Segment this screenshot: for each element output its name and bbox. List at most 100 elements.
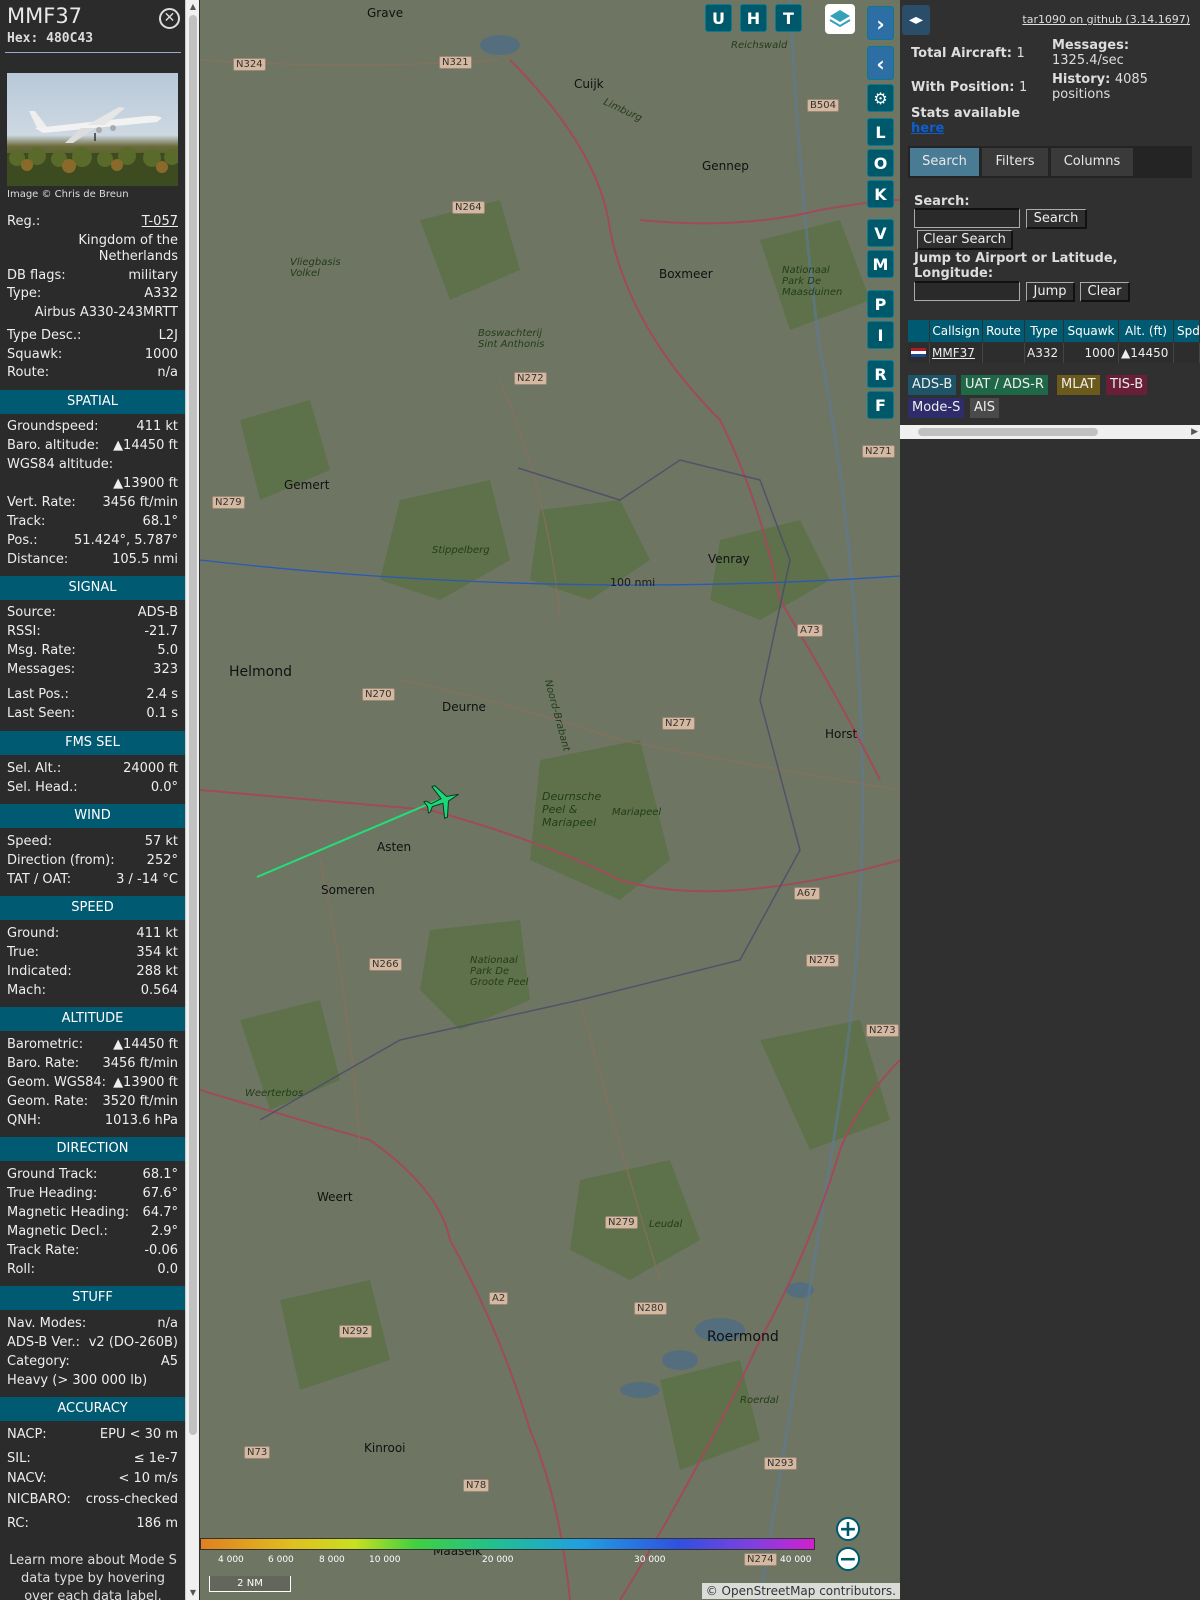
country-value: Kingdom of the Netherlands — [78, 233, 178, 264]
table-header-squawk[interactable]: Squawk — [1064, 320, 1119, 342]
nav-modes-row: Nav. Modes: n/a — [7, 1315, 178, 1333]
source-row: Source: ADS-B — [7, 604, 178, 622]
map-button-o[interactable]: O — [867, 149, 894, 177]
close-icon[interactable]: ✕ — [159, 8, 180, 29]
table-header-speed[interactable]: Spd — [1174, 320, 1200, 342]
clear-jump-button[interactable]: Clear — [1080, 282, 1130, 302]
place-label: Boxmeer — [659, 267, 713, 281]
aircraft-marker-icon[interactable] — [422, 781, 462, 821]
source-chip-uat[interactable]: UAT / ADS-R — [961, 375, 1048, 395]
baro-alt-label: Baro. altitude: — [7, 438, 100, 453]
row-callsign[interactable]: MMF37 — [930, 343, 983, 363]
map-attribution[interactable]: © OpenStreetMap contributors. — [701, 1583, 900, 1599]
zoom-out-icon[interactable]: − — [836, 1547, 860, 1571]
place-label: Weert — [317, 1190, 353, 1204]
map-button-h[interactable]: H — [740, 4, 767, 32]
map-button-v[interactable]: V — [867, 219, 894, 247]
clear-search-button[interactable]: Clear Search — [917, 230, 1013, 250]
map-button-i[interactable]: I — [867, 321, 894, 349]
search-input[interactable] — [914, 208, 1020, 228]
table-header-route[interactable]: Route — [983, 320, 1025, 342]
geom-wgs84-row: Geom. WGS84: ▲13900 ft — [7, 1074, 178, 1092]
search-button[interactable]: Search — [1026, 209, 1087, 229]
last-seen-label: Last Seen: — [7, 706, 76, 721]
wind-direction-row: Direction (from): 252° — [7, 852, 178, 870]
jump-input[interactable] — [914, 281, 1020, 301]
rssi-row: RSSI: -21.7 — [7, 623, 178, 641]
source-chip-tisb[interactable]: TIS-B — [1106, 375, 1148, 395]
table-header-altitude[interactable]: Alt. (ft) — [1119, 320, 1174, 342]
tat-oat-value: 3 / -14 °C — [116, 872, 178, 887]
adsb-ver-row: ADS-B Ver.: v2 (DO-260B) — [7, 1334, 178, 1352]
map-button-k[interactable]: K — [867, 180, 894, 208]
nacv-label: NACV: — [7, 1471, 47, 1486]
map-button-r[interactable]: R — [867, 360, 894, 388]
zoom-in-icon[interactable]: + — [836, 1517, 860, 1541]
map-button-l[interactable]: L — [867, 118, 894, 146]
scrollbar-thumb[interactable] — [918, 428, 1098, 436]
scrollbar-thumb[interactable] — [189, 15, 197, 1435]
sidebar-toggle-icon[interactable]: ◂▸ — [902, 5, 930, 35]
tat-oat-row: TAT / OAT: 3 / -14 °C — [7, 871, 178, 889]
aircraft-photo[interactable] — [7, 73, 178, 186]
map-button-t[interactable]: T — [775, 4, 802, 32]
type-full-value: Airbus A330-243MRTT — [34, 305, 178, 320]
last-pos-row: Last Pos.: 2.4 s — [7, 686, 178, 704]
settings-gear-icon[interactable]: ⚙ — [867, 84, 894, 112]
table-header-callsign[interactable]: Callsign — [930, 320, 983, 342]
jump-label: Jump to Airport or Latitude, Longitude: — [914, 251, 1118, 281]
road-label: N279 — [605, 1216, 638, 1229]
map-button-m[interactable]: M — [867, 250, 894, 278]
wgs84-row: WGS84 altitude: — [7, 456, 178, 474]
tab-search[interactable]: Search — [910, 148, 979, 176]
altitude-scale-label: 20 000 — [482, 1555, 514, 1565]
place-label: Cuijk — [574, 77, 604, 91]
wind-direction-value: 252° — [146, 853, 178, 868]
baro-rate-label: Baro. Rate: — [7, 1056, 80, 1071]
map-button-f[interactable]: F — [867, 391, 894, 419]
stats-link[interactable]: here — [911, 121, 944, 136]
geom-rate-label: Geom. Rate: — [7, 1094, 89, 1109]
source-chip-modes[interactable]: Mode-S — [908, 398, 965, 418]
map-view[interactable]: 100 nmi Grave Cuijk Gennep Boxmeer Venra… — [200, 0, 900, 1600]
map-button-u[interactable]: U — [705, 4, 732, 32]
scroll-right-icon[interactable]: ▶ — [1191, 425, 1198, 439]
db-flags-row: DB flags: military — [7, 267, 178, 285]
altitude-scale-label: 30 000 — [634, 1555, 666, 1565]
mag-heading-label: Magnetic Heading: — [7, 1205, 130, 1220]
adsb-ver-value: v2 (DO-260B) — [88, 1335, 178, 1350]
road-label: B504 — [807, 99, 839, 112]
mag-decl-label: Magnetic Decl.: — [7, 1224, 108, 1239]
reg-link[interactable]: T-057 — [142, 213, 178, 231]
table-horizontal-scrollbar[interactable]: ▶ — [900, 425, 1200, 439]
history-value: 4085 — [1114, 72, 1148, 87]
vert-rate-row: Vert. Rate: 3456 ft/min — [7, 494, 178, 512]
msg-rate-label: Msg. Rate: — [7, 643, 76, 658]
tab-columns[interactable]: Columns — [1051, 148, 1133, 176]
table-header-type[interactable]: Type — [1025, 320, 1064, 342]
geom-wgs84-value: ▲13900 ft — [113, 1075, 178, 1090]
source-chip-mlat[interactable]: MLAT — [1057, 375, 1100, 395]
scroll-up-icon[interactable]: ▲ — [186, 0, 200, 14]
stats-available-label: Stats available — [911, 106, 1021, 121]
total-aircraft-stat: Total Aircraft: 1 — [911, 46, 1025, 61]
nav-modes-label: Nav. Modes: — [7, 1316, 87, 1331]
history-unit: positions — [1052, 87, 1111, 102]
scroll-down-icon[interactable]: ▼ — [186, 1586, 200, 1600]
github-link[interactable]: tar1090 on github (3.14.1697) — [1022, 13, 1190, 26]
expand-left-icon[interactable]: ‹ — [867, 46, 894, 80]
jump-button[interactable]: Jump — [1026, 282, 1075, 302]
tab-filters[interactable]: Filters — [982, 148, 1048, 176]
map-button-p[interactable]: P — [867, 290, 894, 318]
source-chip-ais[interactable]: AIS — [970, 398, 999, 418]
row-route — [983, 343, 1025, 363]
source-chip-adsb[interactable]: ADS-B — [908, 375, 957, 395]
expand-right-icon[interactable]: › — [867, 6, 894, 40]
place-label: Venray — [708, 552, 750, 566]
aircraft-hex: Hex: 480C43 — [7, 31, 94, 46]
type-label: Type: — [7, 286, 42, 301]
layers-icon[interactable] — [825, 4, 855, 34]
true-heading-row: True Heading: 67.6° — [7, 1185, 178, 1203]
place-label: Reichswald — [731, 40, 788, 51]
info-panel-scrollbar[interactable]: ▲ ▼ — [185, 0, 199, 1600]
